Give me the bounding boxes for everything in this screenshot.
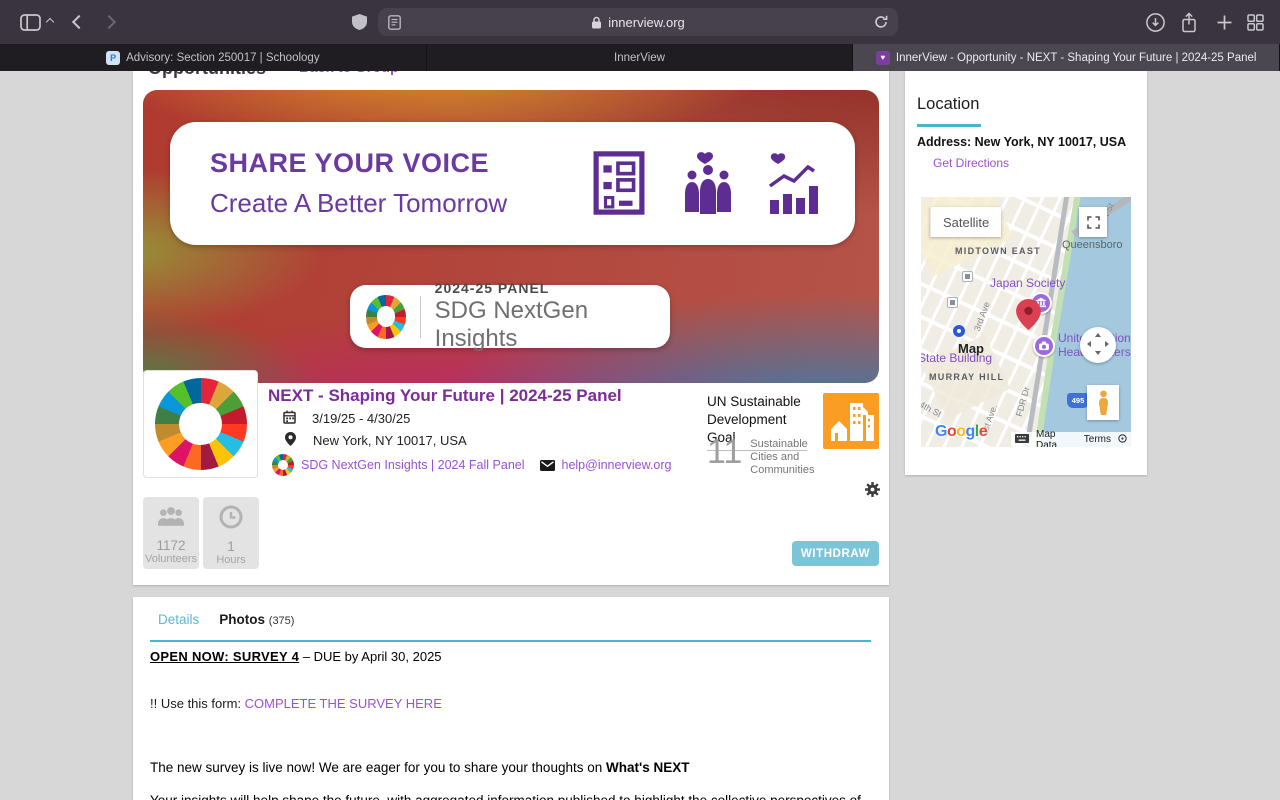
- map-attribution: Map Data Terms: [1011, 429, 1131, 448]
- satellite-button[interactable]: Satellite: [930, 207, 1001, 237]
- sdg-name: Sustainable Cities and Communities: [750, 438, 815, 476]
- reload-icon[interactable]: [874, 8, 888, 36]
- back-button[interactable]: [71, 0, 87, 44]
- back-to-group-link[interactable]: Back to Group: [299, 71, 399, 76]
- transit-icon[interactable]: [947, 297, 958, 308]
- tab-overview-icon[interactable]: [1247, 0, 1264, 44]
- opportunity-title: NEXT - Shaping Your Future | 2024-25 Pan…: [268, 386, 622, 405]
- map-label-queensboro: Queensboro: [1062, 239, 1123, 251]
- sdg-number: 11: [707, 433, 743, 471]
- page-body: Opportunities Back to Group SHARE YOUR V…: [0, 71, 1280, 800]
- location-pin-icon: [285, 432, 296, 449]
- address-bar[interactable]: innerview.org: [378, 8, 898, 36]
- location-card: Location Address: New York, NY 10017, US…: [905, 71, 1147, 475]
- sdg-wheel-logo: [154, 378, 247, 470]
- location-heading: Location: [917, 95, 980, 113]
- interstate-495-shield: 495: [1067, 393, 1089, 408]
- downloads-icon[interactable]: [1146, 0, 1165, 44]
- transit-icon[interactable]: [962, 271, 973, 282]
- volunteers-icon: [143, 505, 199, 534]
- terms-link[interactable]: Terms: [1084, 434, 1111, 445]
- location-underline: [917, 124, 981, 127]
- pegman-streetview[interactable]: [1087, 385, 1119, 420]
- tab-innerview[interactable]: InnerView: [427, 44, 854, 71]
- map-pin[interactable]: [1016, 299, 1041, 335]
- details-card: Details Photos (375) OPEN NOW: SURVEY 4 …: [133, 597, 889, 800]
- email-icon: [539, 459, 555, 471]
- sidebar-chevron-icon[interactable]: [45, 17, 55, 27]
- keyboard-icon[interactable]: [1015, 433, 1029, 446]
- innerview-favicon: ♥: [875, 50, 890, 65]
- location-address: Address: New York, NY 10017, USA: [917, 135, 1127, 149]
- survey-open-line: OPEN NOW: SURVEY 4 – DUE by April 30, 20…: [150, 649, 442, 664]
- panel-badge: 2024-25 PANEL SDG NextGen Insights: [350, 280, 670, 352]
- tab-schoology[interactable]: P Advisory: Section 250017 | Schoology: [0, 44, 427, 71]
- banner-inner-card: SHARE YOUR VOICE Create A Better Tomorro…: [170, 122, 855, 245]
- community-people-icon: [680, 152, 738, 219]
- privacy-shield-icon[interactable]: [351, 0, 368, 44]
- hours-clock-icon: [203, 504, 259, 535]
- new-tab-icon[interactable]: [1216, 0, 1233, 44]
- page-title: Opportunities: [148, 71, 266, 79]
- panel-title: SDG NextGen Insights: [434, 297, 589, 352]
- reader-icon[interactable]: [388, 8, 401, 36]
- share-icon[interactable]: [1180, 0, 1198, 44]
- withdraw-button[interactable]: WITHDRAW: [792, 541, 879, 566]
- organization-avatar: [272, 454, 294, 476]
- survey-link[interactable]: COMPLETE THE SURVEY HERE: [245, 696, 442, 711]
- opportunity-address: New York, NY 10017, USA: [313, 433, 467, 448]
- google-map[interactable]: 61st St Queensboro MIDTOWN EAST Japan So…: [921, 197, 1131, 447]
- hours-stat: 1 Hours: [203, 497, 259, 569]
- forward-button[interactable]: [101, 0, 117, 44]
- google-logo[interactable]: Google: [935, 423, 988, 441]
- attribution-gear-icon[interactable]: [1118, 433, 1127, 446]
- sdg-goal: 11 Sustainable Cities and Communities: [707, 435, 834, 477]
- sdg-wheel-icon: [366, 294, 406, 339]
- survey-form-icon: [593, 150, 645, 221]
- schoology-favicon: P: [106, 50, 121, 65]
- lock-icon: [591, 16, 602, 29]
- browser-toolbar: innerview.org: [0, 0, 1280, 44]
- tab-strip: P Advisory: Section 250017 | Schoology I…: [0, 44, 1280, 71]
- banner-subheadline: Create A Better Tomorrow: [210, 188, 508, 218]
- survey-description-cutoff: Your insights will help shape the future…: [150, 793, 861, 800]
- calendar-icon: [283, 410, 296, 427]
- opportunity-card: Opportunities Back to Group SHARE YOUR V…: [133, 71, 889, 585]
- map-label-midtown-east: MIDTOWN EAST: [955, 246, 1041, 256]
- volunteers-stat: 1172 Volunteers: [143, 497, 199, 569]
- opportunity-banner: SHARE YOUR VOICE Create A Better Tomorro…: [143, 90, 879, 383]
- sdg11-tile-icon: [823, 393, 879, 449]
- impact-chart-icon: [766, 152, 822, 219]
- street-label-3rd-ave: 3rd Ave: [972, 300, 992, 333]
- get-directions-link[interactable]: Get Directions: [933, 156, 1009, 170]
- fullscreen-button[interactable]: [1079, 207, 1107, 237]
- opportunity-dates: 3/19/25 - 4/30/25: [312, 411, 411, 426]
- tab-innerview-opportunity[interactable]: ♥ InnerView - Opportunity - NEXT - Shapi…: [853, 44, 1280, 71]
- tab-photos[interactable]: Photos (375): [219, 612, 294, 627]
- url-text: innerview.org: [608, 14, 685, 30]
- sidebar-toggle-icon[interactable]: [20, 13, 41, 31]
- settings-gear-icon[interactable]: [864, 481, 881, 503]
- banner-headline: SHARE YOUR VOICE: [210, 148, 490, 178]
- survey-form-line: !! Use this form: COMPLETE THE SURVEY HE…: [150, 696, 442, 711]
- pan-control[interactable]: [1080, 327, 1116, 363]
- poi-label-japan-society[interactable]: Japan Society: [990, 276, 1065, 290]
- map-data-link[interactable]: Map Data: [1036, 429, 1077, 448]
- organization-logo: [143, 370, 258, 478]
- map-type-controls: Map Satellite: [930, 207, 1002, 356]
- tab-underline: [150, 640, 871, 642]
- badge-divider: [419, 295, 421, 338]
- survey-description: The new survey is live now! We are eager…: [150, 760, 690, 775]
- organization-link[interactable]: SDG NextGen Insights | 2024 Fall Panel: [301, 458, 525, 472]
- panel-label: 2024-25 PANEL: [434, 280, 550, 296]
- map-label-murray-hill: MURRAY HILL: [929, 372, 1005, 382]
- tab-details[interactable]: Details: [158, 612, 199, 627]
- contact-email-link[interactable]: help@innerview.org: [562, 458, 672, 472]
